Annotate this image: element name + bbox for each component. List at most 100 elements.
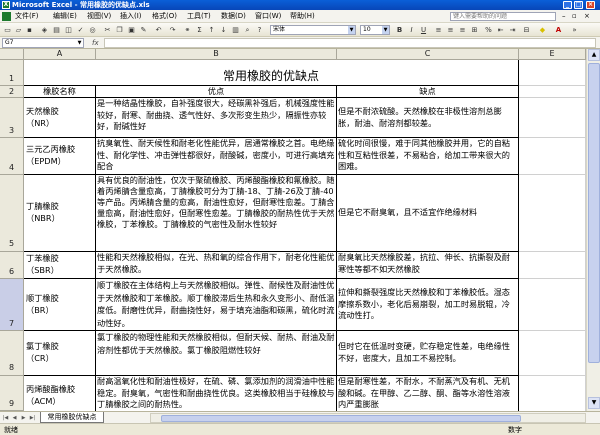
column-header-b[interactable]: B (96, 49, 337, 60)
research-icon[interactable]: ◎ (88, 26, 97, 34)
open-icon[interactable]: ▱ (14, 26, 23, 34)
hyperlink-icon[interactable]: ⚭ (183, 26, 192, 34)
font-name-select[interactable]: 宋体 ▼ (270, 25, 356, 35)
help-search-input[interactable]: 键入需要帮助的问题 (450, 12, 556, 21)
cell-e7[interactable] (519, 279, 586, 331)
row-header-9[interactable]: 9 (0, 376, 24, 411)
rubber-name-cell[interactable]: 顺丁橡胶 （BR） (24, 279, 96, 331)
menu-help[interactable]: 帮助(H) (290, 12, 315, 21)
vertical-scrollbar[interactable]: ▲ ▼ (586, 49, 600, 411)
font-size-select[interactable]: 10 ▼ (360, 25, 390, 35)
rubber-name-cell[interactable]: 氯丁橡胶 （CR） (24, 331, 96, 376)
child-minimize-icon[interactable]: – (562, 12, 566, 21)
align-right-icon[interactable]: ≡ (458, 26, 467, 34)
cell-e9[interactable] (519, 376, 586, 411)
sort-desc-icon[interactable]: ↓ (219, 26, 228, 34)
borders-icon[interactable]: ⊟ (522, 26, 531, 34)
menu-view[interactable]: 视图(V) (87, 12, 111, 21)
prev-sheet-icon[interactable]: ◀ (11, 414, 18, 422)
rubber-cons-cell[interactable]: 耐臭氧比天然橡胶差，抗拉、伸长、抗撕裂及耐寒性等都不如天然橡胶 (337, 252, 519, 279)
sort-asc-icon[interactable]: ↑ (207, 26, 216, 34)
next-sheet-icon[interactable]: ▶ (20, 414, 27, 422)
menu-data[interactable]: 数据(D) (221, 12, 246, 21)
header-pros-cell[interactable]: 优点 (96, 86, 337, 98)
toolbar-options-icon[interactable]: » (570, 26, 579, 34)
row-header-5[interactable]: 5 (0, 175, 24, 252)
menu-tools[interactable]: 工具(T) (187, 12, 211, 21)
rubber-cons-cell[interactable]: 硫化时间很慢，难于同其他橡胶并用，它的自粘性和互粘性很差，不易粘合，给加工带来很… (337, 138, 519, 175)
header-cons-cell[interactable]: 缺点 (337, 86, 519, 98)
save-icon[interactable]: ▪ (25, 26, 34, 34)
header-name-cell[interactable]: 橡胶名称 (24, 86, 96, 98)
font-color-icon[interactable]: A (554, 26, 563, 34)
rubber-cons-cell[interactable]: 但是不耐浓硫酸。天然橡胶在非极性溶剂总膨胀，耐油、耐溶剂都较差。 (337, 98, 519, 138)
spelling-icon[interactable]: ✓ (76, 26, 85, 34)
menu-edit[interactable]: 编辑(E) (53, 12, 77, 21)
insert-function-icon[interactable]: fx (92, 38, 99, 48)
rubber-pros-cell[interactable]: 氯丁橡胶的物理性能和天然橡胶相似，但耐天候、耐热、耐油及耐溶剂性都优于天然橡胶。… (96, 331, 337, 376)
row-header-1[interactable]: 1 (0, 60, 24, 86)
fill-color-icon[interactable]: ◆ (538, 26, 547, 34)
cell-e2[interactable] (519, 86, 586, 98)
rubber-pros-cell[interactable]: 性能和天然橡胶相似，在光、热和氧的综合作用下，耐老化性能优于天然橡胶。 (96, 252, 337, 279)
child-restore-icon[interactable]: ▫ (572, 12, 577, 21)
chart-wizard-icon[interactable]: ▥ (231, 26, 240, 34)
rubber-pros-cell[interactable]: 抗臭氧性、耐天候性和耐老化性能优异，居通常橡胶之首。电绝缘性、耐化学性、冲击弹性… (96, 138, 337, 175)
rubber-cons-cell[interactable]: 但是它不耐臭氧，且不适宜作绝缘材料 (337, 175, 519, 252)
row-header-3[interactable]: 3 (0, 98, 24, 138)
redo-icon[interactable]: ↷ (168, 26, 177, 34)
rubber-cons-cell[interactable]: 拉伸和撕裂强度比天然橡胶和丁苯橡胶低。湿态摩擦系数小，老化后易崩裂，加工时易脱辊… (337, 279, 519, 331)
menu-format[interactable]: 格式(O) (152, 12, 177, 21)
rubber-cons-cell[interactable]: 但时它在低温时变硬，贮存稳定性差，电绝缘性不好，密度大，且加工不易控制。 (337, 331, 519, 376)
last-sheet-icon[interactable]: ▶| (29, 414, 36, 422)
cell-e4[interactable] (519, 138, 586, 175)
underline-icon[interactable]: U (419, 26, 428, 34)
format-painter-icon[interactable]: ✎ (139, 26, 148, 34)
scroll-down-icon[interactable]: ▼ (588, 397, 600, 409)
first-sheet-icon[interactable]: |◀ (2, 414, 9, 422)
menu-window[interactable]: 窗口(W) (255, 12, 281, 21)
horizontal-scroll-thumb[interactable] (161, 415, 521, 422)
merge-center-icon[interactable]: ⊞ (470, 26, 479, 34)
bold-icon[interactable]: B (395, 26, 404, 34)
copy-icon[interactable]: ❐ (115, 26, 124, 34)
zoom-icon[interactable]: ⌕ (243, 26, 252, 34)
horizontal-scrollbar[interactable] (150, 413, 586, 423)
child-close-icon[interactable]: × (584, 12, 590, 21)
rubber-pros-cell[interactable]: 具有优良的耐油性，仅次于聚硫橡胶、丙烯酸酯橡胶和氟橡胶。随着丙烯腈含量愈高，丁腈… (96, 175, 337, 252)
name-box[interactable]: G7 ▼ (2, 38, 84, 48)
rubber-pros-cell[interactable]: 顺丁橡胶在主体结构上与天然橡胶相似。弹性、耐候性及耐油性优于天然橡胶和丁苯橡胶。… (96, 279, 337, 331)
row-header-4[interactable]: 4 (0, 138, 24, 175)
percent-icon[interactable]: % (484, 26, 493, 34)
new-icon[interactable]: ▭ (3, 26, 12, 34)
row-header-6[interactable]: 6 (0, 252, 24, 279)
row-header-7[interactable]: 7 (0, 279, 24, 331)
cell-e1[interactable] (519, 60, 586, 86)
menu-file[interactable]: 文件(F) (15, 12, 39, 21)
close-button[interactable]: × (586, 1, 595, 9)
italic-icon[interactable]: I (407, 26, 416, 34)
scroll-up-icon[interactable]: ▲ (588, 49, 600, 61)
cell-e5[interactable] (519, 175, 586, 252)
rubber-cons-cell[interactable]: 但是耐寒性差，不耐水，不耐蒸汽及有机、无机酸和碱。在甲醇、乙二醇、酮、酯等水溶性… (337, 376, 519, 411)
print-preview-icon[interactable]: ◫ (64, 26, 73, 34)
rubber-pros-cell[interactable]: 是一种结晶性橡胶，自补强度很大，经碳黑补强后，机械强度性能较好，耐寒、耐曲挠、透… (96, 98, 337, 138)
cell-e6[interactable] (519, 252, 586, 279)
select-all-corner[interactable] (0, 49, 24, 60)
menu-insert[interactable]: 插入(I) (120, 12, 142, 21)
permission-icon[interactable]: ◈ (40, 26, 49, 34)
rubber-name-cell[interactable]: 天然橡胶 （NR） (24, 98, 96, 138)
cut-icon[interactable]: ✂ (103, 26, 112, 34)
formula-input[interactable] (104, 38, 596, 48)
help-icon[interactable]: ? (255, 26, 264, 34)
align-center-icon[interactable]: ≡ (446, 26, 455, 34)
column-header-c[interactable]: C (337, 49, 519, 60)
vertical-scroll-thumb[interactable] (588, 63, 600, 363)
paste-icon[interactable]: ▣ (127, 26, 136, 34)
print-icon[interactable]: ▤ (52, 26, 61, 34)
autosum-icon[interactable]: Σ (195, 26, 204, 34)
decrease-indent-icon[interactable]: ⇤ (496, 26, 505, 34)
sheet-tab-active[interactable]: 常用橡胶优缺点 (40, 412, 104, 423)
column-header-e[interactable]: E (519, 49, 586, 60)
cell-e3[interactable] (519, 98, 586, 138)
